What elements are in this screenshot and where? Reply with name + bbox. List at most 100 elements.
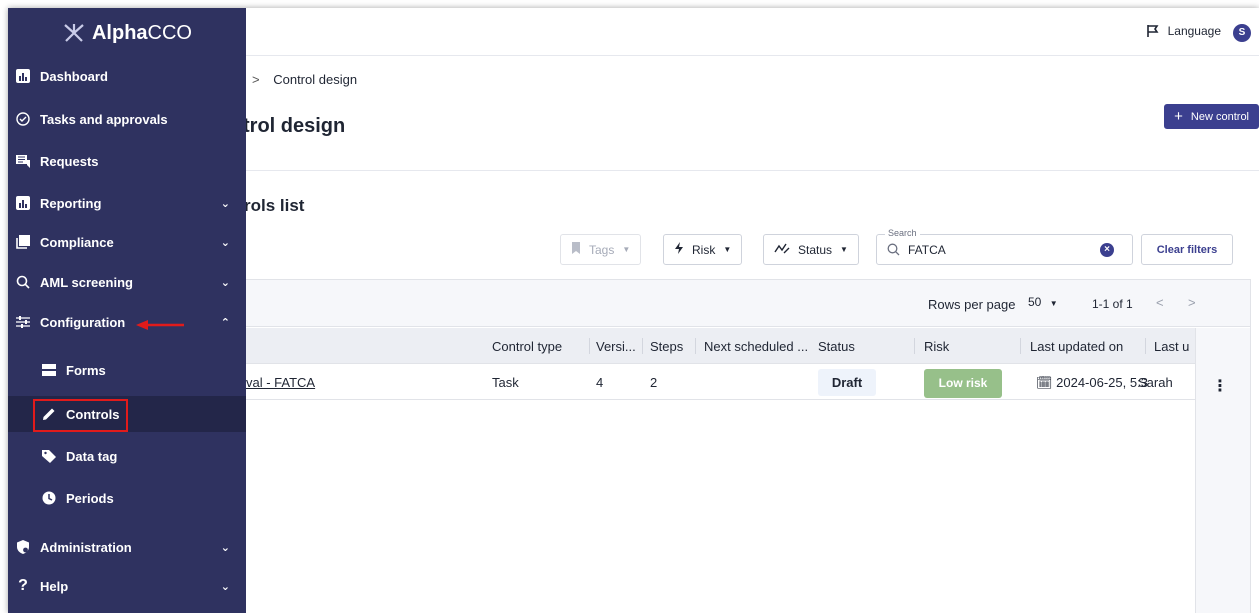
new-control-label: New control	[1190, 110, 1249, 123]
control-type-cell: Task	[492, 375, 519, 390]
last-updated-by-cell: Sarah	[1138, 375, 1173, 390]
rows-per-page-select[interactable]: 50 ▼	[1028, 295, 1058, 309]
prev-page-icon[interactable]: <	[1156, 295, 1164, 310]
sidebar-item-dashboard[interactable]: Dashboard	[8, 58, 246, 94]
clear-search-icon[interactable]: ×	[1100, 243, 1114, 257]
plus-icon: +	[1174, 108, 1183, 125]
chevron-down-icon: ▼	[723, 245, 732, 254]
status-filter-label: Status	[798, 242, 833, 257]
steps-cell: 2	[650, 375, 658, 390]
sidebar-item-label: AML screening	[40, 274, 133, 290]
chevron-down-icon: ▼	[840, 245, 848, 254]
control-name-link[interactable]: val - FATCA	[246, 375, 315, 390]
column-header[interactable]: Last u	[1154, 339, 1189, 354]
sidebar-item-requests[interactable]: Requests	[8, 143, 246, 179]
status-badge: Draft	[818, 369, 876, 396]
column-separator[interactable]	[589, 338, 590, 354]
sidebar-item-label: Forms	[66, 362, 106, 378]
column-separator[interactable]	[914, 338, 915, 354]
column-header[interactable]: Status	[818, 339, 855, 354]
chevron-down-icon: ▼	[622, 245, 631, 254]
chevron-down-icon: ⌄	[220, 580, 230, 593]
highlight-box	[33, 399, 128, 432]
trend-icon	[774, 242, 790, 257]
brand-bold: Alpha	[91, 21, 148, 44]
sliders-icon	[14, 315, 32, 329]
chevron-down-icon: ⌄	[220, 276, 230, 289]
column-header[interactable]: Steps	[650, 339, 683, 354]
shield-gear-icon	[14, 540, 32, 554]
sidebar-item-forms[interactable]: Forms	[8, 352, 246, 388]
sidebar-item-label: Data tag	[66, 448, 118, 464]
chat-icon	[14, 154, 32, 168]
chevron-down-icon: ▼	[1049, 299, 1058, 308]
risk-badge: Low risk	[924, 369, 1002, 398]
column-header[interactable]: Next scheduled ...	[704, 339, 808, 354]
forms-icon	[40, 364, 58, 376]
column-header[interactable]: Control type	[492, 339, 562, 354]
last-updated-value: 2024-06-25, 5:3	[1056, 375, 1148, 390]
sidebar-item-periods[interactable]: Periods	[8, 480, 246, 516]
rows-per-page-value: 50	[1028, 295, 1042, 309]
chevron-down-icon: ⌄	[220, 236, 230, 249]
sidebar-item-configuration[interactable]: Configuration ⌃	[8, 304, 246, 340]
breadcrumb: > Control design	[252, 72, 357, 87]
sidebar-item-data-tag[interactable]: Data tag	[8, 438, 246, 474]
column-header[interactable]: Versi...	[596, 339, 636, 354]
risk-filter[interactable]: Risk ▼	[663, 234, 743, 265]
search-icon	[14, 275, 32, 289]
rows-per-page-label: Rows per page	[928, 297, 1016, 312]
tags-filter[interactable]: Tags ▼	[560, 234, 642, 265]
column-separator[interactable]	[642, 338, 643, 354]
more-actions-icon[interactable]: ⋮	[1212, 376, 1228, 396]
sidebar-item-label: Administration	[40, 539, 132, 555]
sidebar-item-administration[interactable]: Administration ⌄	[8, 529, 246, 565]
sidebar: Alpha CCO Dashboard Tasks and approvals R…	[8, 8, 246, 613]
new-control-button[interactable]: + New control	[1164, 104, 1259, 129]
clock-icon	[40, 491, 58, 505]
status-filter[interactable]: Status ▼	[763, 234, 859, 265]
page-title: trol design	[243, 115, 346, 137]
sidebar-item-aml-screening[interactable]: AML screening ⌄	[8, 264, 246, 300]
annotation-arrow-icon	[136, 320, 184, 330]
column-separator[interactable]	[1145, 338, 1146, 354]
actions-column	[1195, 328, 1250, 613]
bar-chart-icon	[14, 69, 32, 83]
tag-icon	[40, 449, 58, 463]
search-value: FATCA	[908, 242, 946, 257]
avatar[interactable]: S	[1233, 24, 1251, 42]
chevron-down-icon: ⌄	[220, 197, 230, 210]
sidebar-item-tasks[interactable]: Tasks and approvals	[8, 101, 246, 137]
chevron-up-icon: ⌃	[220, 316, 230, 329]
copy-icon	[14, 235, 32, 249]
column-separator[interactable]	[1020, 338, 1021, 354]
sidebar-item-help[interactable]: ? Help ⌄	[8, 568, 246, 604]
sidebar-item-label: Tasks and approvals	[40, 111, 168, 127]
language-label: Language	[1167, 24, 1221, 38]
logo-icon	[64, 24, 84, 42]
sidebar-item-label: Help	[40, 578, 69, 594]
column-separator[interactable]	[695, 338, 696, 354]
check-circle-icon	[14, 112, 32, 126]
column-header[interactable]: Risk	[924, 339, 949, 354]
sidebar-item-label: Compliance	[40, 234, 114, 250]
calendar-icon: 🗓︎	[1036, 375, 1053, 390]
breadcrumb-current[interactable]: Control design	[273, 72, 357, 87]
app-window: Language S > Control design trol design …	[8, 8, 1259, 613]
sidebar-item-reporting[interactable]: Reporting ⌄	[8, 185, 246, 221]
sidebar-item-label: Dashboard	[40, 68, 108, 84]
search-input[interactable]: Search FATCA ×	[876, 228, 1133, 265]
sidebar-item-compliance[interactable]: Compliance ⌄	[8, 224, 246, 260]
next-page-icon[interactable]: >	[1188, 295, 1196, 310]
language-button[interactable]: Language	[1146, 24, 1221, 38]
flag-icon	[1146, 25, 1159, 37]
sidebar-item-label: Configuration	[40, 314, 126, 330]
search-icon	[887, 243, 900, 256]
chevron-down-icon: ⌄	[220, 541, 230, 554]
clear-filters-button[interactable]: Clear filters	[1141, 234, 1233, 265]
app-logo[interactable]: Alpha CCO	[8, 8, 246, 58]
search-label: Search	[885, 228, 920, 238]
version-cell: 4	[596, 375, 604, 390]
column-header[interactable]: Last updated on	[1030, 339, 1123, 354]
sidebar-item-label: Reporting	[40, 195, 102, 211]
